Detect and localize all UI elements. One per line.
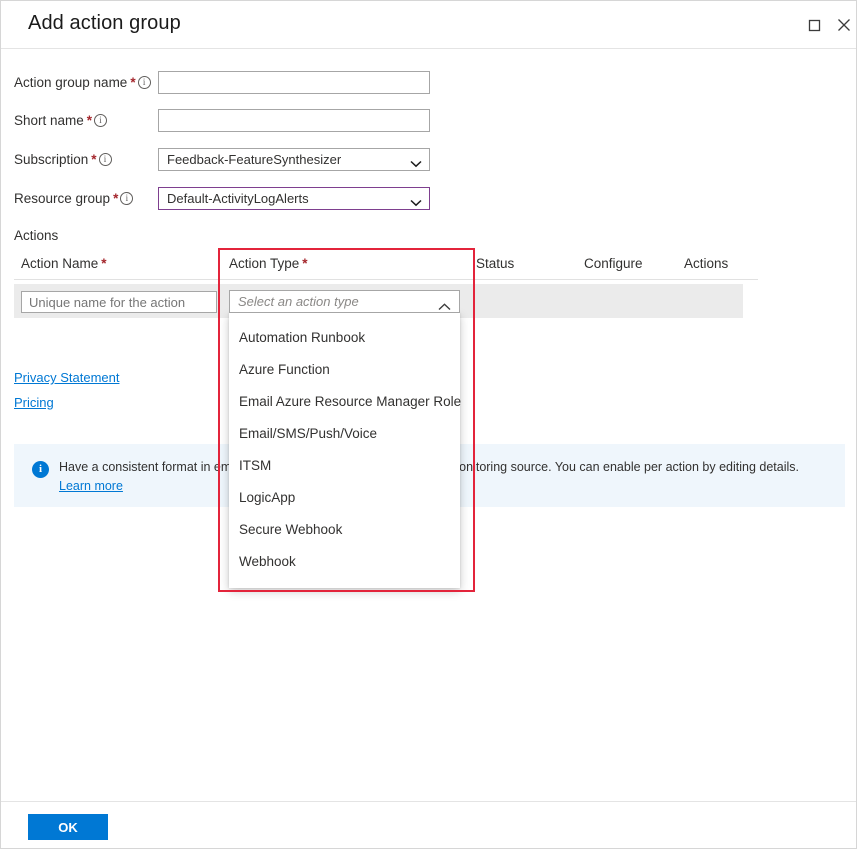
- required-asterisk: *: [91, 152, 96, 167]
- label-subscription: Subscription*: [14, 148, 112, 172]
- add-action-group-dialog: Add action group Action group name* Shor…: [0, 0, 857, 849]
- required-asterisk: *: [101, 256, 106, 271]
- column-label: Action Type: [229, 256, 299, 271]
- ok-button[interactable]: OK: [28, 814, 108, 840]
- subscription-select[interactable]: Feedback-FeatureSynthesizer: [158, 148, 430, 171]
- dropdown-option[interactable]: ITSM: [230, 450, 459, 482]
- field-action-group-name: Action group name*: [1, 71, 857, 95]
- resource-group-select[interactable]: Default-ActivityLogAlerts: [158, 187, 430, 210]
- info-icon[interactable]: [138, 76, 151, 89]
- dialog-titlebar: Add action group: [1, 1, 857, 49]
- label-short-name: Short name*: [14, 109, 107, 133]
- dropdown-option[interactable]: Azure Function: [230, 354, 459, 386]
- action-type-dropdown-list[interactable]: Automation Runbook Azure Function Email …: [229, 313, 460, 588]
- resource-group-value: Default-ActivityLogAlerts: [167, 188, 309, 209]
- action-group-name-input[interactable]: [158, 71, 430, 94]
- info-filled-icon: [32, 461, 49, 478]
- learn-more-link[interactable]: Learn more: [59, 479, 123, 493]
- chevron-down-icon: [410, 194, 422, 212]
- required-asterisk: *: [87, 113, 92, 128]
- subscription-value: Feedback-FeatureSynthesizer: [167, 149, 341, 170]
- dropdown-option[interactable]: Secure Webhook: [230, 514, 459, 546]
- column-header-configure: Configure: [584, 256, 643, 271]
- dropdown-option[interactable]: LogicApp: [230, 482, 459, 514]
- action-type-placeholder: Select an action type: [238, 291, 359, 312]
- privacy-statement-link[interactable]: Privacy Statement: [14, 370, 120, 385]
- action-name-input[interactable]: [21, 291, 217, 313]
- label-text: Subscription: [14, 152, 88, 167]
- label-text: Resource group: [14, 191, 110, 206]
- pricing-link[interactable]: Pricing: [14, 395, 54, 410]
- dropdown-option[interactable]: Email/SMS/Push/Voice: [230, 418, 459, 450]
- page-title: Add action group: [28, 12, 181, 35]
- dropdown-option[interactable]: Webhook: [230, 546, 459, 578]
- label-action-group-name: Action group name*: [14, 71, 151, 95]
- column-header-action-name: Action Name*: [21, 256, 109, 271]
- chevron-down-icon: [410, 155, 422, 173]
- column-header-action-type: Action Type*: [229, 256, 310, 271]
- info-icon[interactable]: [94, 114, 107, 127]
- column-header-actions: Actions: [684, 256, 728, 271]
- required-asterisk: *: [302, 256, 307, 271]
- info-icon[interactable]: [99, 153, 112, 166]
- actions-section-caption: Actions: [14, 228, 58, 243]
- maximize-icon[interactable]: [799, 10, 829, 40]
- column-header-status: Status: [476, 256, 514, 271]
- short-name-input[interactable]: [158, 109, 430, 132]
- required-asterisk: *: [113, 191, 118, 206]
- label-text: Action group name: [14, 75, 127, 90]
- field-subscription: Subscription* Feedback-FeatureSynthesize…: [1, 148, 857, 172]
- label-text: Short name: [14, 113, 84, 128]
- info-icon[interactable]: [120, 192, 133, 205]
- dialog-footer: OK: [1, 801, 856, 848]
- required-asterisk: *: [130, 75, 135, 90]
- dropdown-option[interactable]: Email Azure Resource Manager Role: [230, 386, 459, 418]
- field-short-name: Short name*: [1, 109, 857, 133]
- close-icon[interactable]: [829, 10, 857, 40]
- dropdown-option[interactable]: Automation Runbook: [230, 322, 459, 354]
- label-resource-group: Resource group*: [14, 187, 133, 211]
- chevron-up-icon: [438, 298, 451, 316]
- actions-grid-header: Action Name* Action Type* Status Configu…: [14, 256, 758, 280]
- field-resource-group: Resource group* Default-ActivityLogAlert…: [1, 187, 857, 211]
- column-label: Action Name: [21, 256, 98, 271]
- action-type-combobox[interactable]: Select an action type: [229, 290, 460, 313]
